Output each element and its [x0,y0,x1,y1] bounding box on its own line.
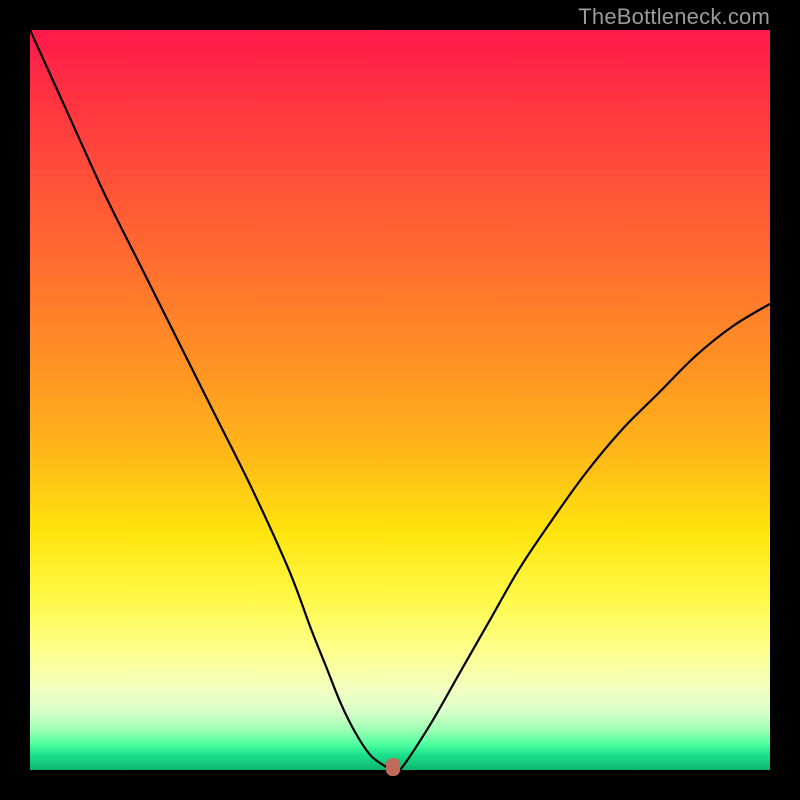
chart-frame: TheBottleneck.com [0,0,800,800]
curve-layer [30,30,770,770]
optimal-marker [386,758,400,776]
bottleneck-curve [30,30,770,770]
plot-area [30,30,770,770]
watermark-text: TheBottleneck.com [578,4,770,30]
